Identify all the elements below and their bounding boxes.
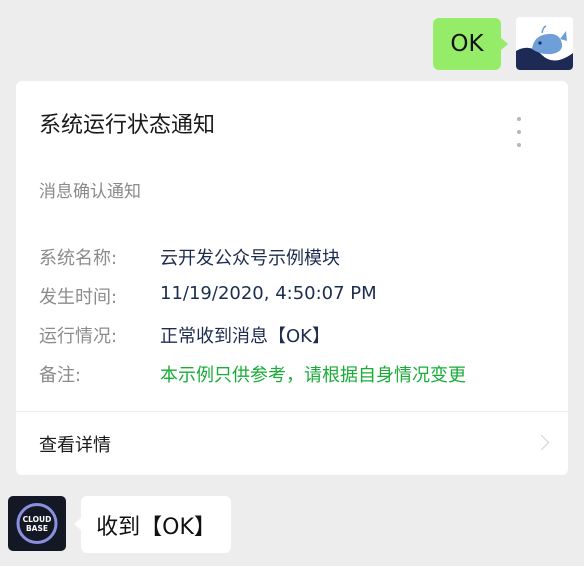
whale-avatar-graphic bbox=[516, 17, 573, 70]
outgoing-message-bubble[interactable]: OK bbox=[433, 18, 508, 70]
outgoing-message-text: OK bbox=[450, 31, 484, 57]
field-label-system-name: 系统名称: bbox=[39, 248, 118, 269]
field-label-status: 运行情况: bbox=[39, 326, 118, 347]
incoming-message-text: 收到【OK】 bbox=[96, 514, 216, 540]
view-details-link[interactable]: 查看详情 bbox=[16, 412, 568, 475]
field-value-remark: 本示例只供参考，请根据自身情况变更 bbox=[160, 365, 466, 386]
card-subtitle: 消息确认通知 bbox=[39, 182, 141, 202]
more-vertical-icon[interactable] bbox=[512, 117, 526, 147]
chat-page: OK 系统运行状态通知 消息确认通知 系统名称: 云开发公众号示例模块 发生时间… bbox=[0, 0, 584, 566]
field-value-time: 11/19/2020, 4:50:07 PM bbox=[160, 283, 377, 304]
incoming-message-bubble[interactable]: 收到【OK】 bbox=[74, 496, 231, 553]
field-value-status: 正常收到消息【OK】 bbox=[160, 326, 330, 347]
cloudbase-logo-text-line1: CLOUD bbox=[23, 515, 52, 524]
field-label-remark: 备注: bbox=[39, 365, 82, 386]
cloudbase-logo-graphic: CLOUD BASE bbox=[16, 503, 58, 544]
template-message-card: 系统运行状态通知 消息确认通知 系统名称: 云开发公众号示例模块 发生时间: 1… bbox=[16, 81, 568, 475]
card-title: 系统运行状态通知 bbox=[39, 113, 216, 138]
whale-avatar-icon[interactable] bbox=[516, 17, 573, 70]
view-details-label: 查看详情 bbox=[39, 434, 111, 456]
cloudbase-logo-text-line2: BASE bbox=[26, 524, 48, 533]
field-label-time: 发生时间: bbox=[39, 287, 118, 308]
field-value-system-name: 云开发公众号示例模块 bbox=[160, 248, 340, 269]
cloudbase-logo-icon[interactable]: CLOUD BASE bbox=[8, 496, 66, 551]
chevron-right-icon bbox=[533, 434, 550, 451]
